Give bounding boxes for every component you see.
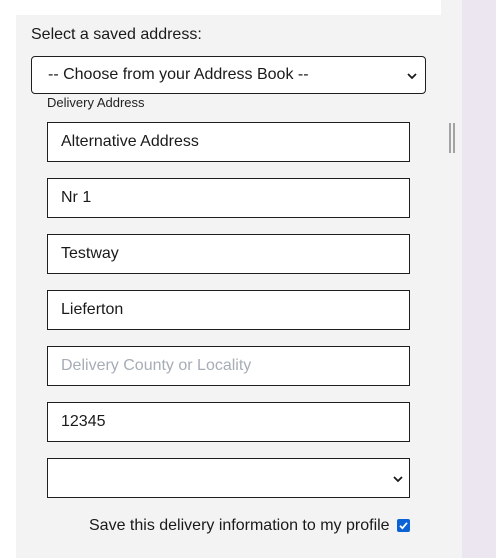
delivery-address-heading: Delivery Address [47,95,145,110]
delivery-name-field[interactable]: Alternative Address [47,122,410,162]
left-gutter [0,0,16,558]
delivery-name-value: Alternative Address [61,133,199,150]
chevron-down-icon [407,73,417,80]
delivery-street-field[interactable]: Testway [47,234,410,274]
delivery-county-placeholder: Delivery County or Locality [61,357,252,374]
address-book-select-value: -- Choose from your Address Book -- [48,66,309,83]
save-delivery-info-label: Save this delivery information to my pro… [89,517,390,534]
address-book-select[interactable]: -- Choose from your Address Book -- [31,56,426,94]
checkmark-icon [399,522,408,530]
top-card-edge [16,0,441,15]
delivery-city-field[interactable]: Lieferton [47,290,410,330]
chevron-down-icon [393,476,403,483]
delivery-county-field[interactable]: Delivery County or Locality [47,346,410,386]
delivery-postcode-value: 12345 [61,413,106,430]
save-delivery-info-checkbox[interactable] [397,519,410,532]
delivery-city-value: Lieferton [61,301,124,318]
resize-handle-icon[interactable] [449,123,455,153]
delivery-street-value: Testway [61,245,119,262]
delivery-country-select[interactable] [47,458,410,498]
delivery-postcode-field[interactable]: 12345 [47,402,410,442]
saved-address-label: Select a saved address: [31,26,202,43]
delivery-street-number-field[interactable]: Nr 1 [47,178,410,218]
delivery-street-number-value: Nr 1 [61,189,92,206]
